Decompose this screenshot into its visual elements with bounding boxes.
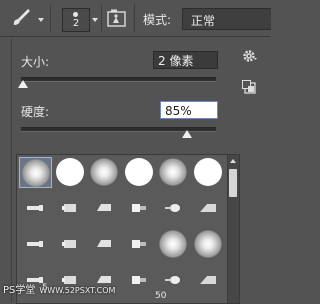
watermark-text: PS学堂 bbox=[3, 285, 36, 296]
mode-select[interactable]: 正常 bbox=[182, 8, 271, 30]
divider bbox=[50, 4, 51, 32]
brush-tip-icon bbox=[27, 241, 43, 247]
divider bbox=[101, 4, 102, 32]
new-preset-icon[interactable] bbox=[242, 80, 256, 94]
brush-tip-icon bbox=[131, 240, 146, 248]
brush-tip-icon bbox=[131, 204, 146, 212]
brush-size-readout: 2 bbox=[72, 18, 80, 29]
watermark: PS学堂 WWW.52PSXT.COM bbox=[3, 281, 115, 296]
gear-icon[interactable] bbox=[242, 49, 258, 65]
brush-tip-icon bbox=[97, 204, 111, 211]
brush-tip-icon bbox=[27, 205, 43, 211]
brush-preset-soft-round[interactable] bbox=[19, 157, 52, 188]
brush-panel-icon[interactable] bbox=[107, 9, 126, 27]
brush-tip-icon bbox=[199, 276, 216, 284]
brush-preset-tip[interactable] bbox=[88, 229, 121, 260]
size-slider-thumb[interactable] bbox=[18, 80, 28, 88]
brush-tip-icon bbox=[131, 276, 146, 284]
brush-preset-tip[interactable] bbox=[19, 229, 52, 260]
brush-tip-icon bbox=[97, 240, 111, 247]
hard-round-brush-icon bbox=[55, 158, 84, 186]
soft-round-brush-icon bbox=[159, 158, 187, 186]
preset-size-tag: 50 bbox=[155, 291, 167, 301]
soft-round-brush-icon bbox=[159, 230, 187, 258]
brush-preset-soft-round[interactable] bbox=[157, 157, 190, 188]
brush-tip-icon bbox=[61, 240, 76, 248]
brush-preset-soft-round[interactable] bbox=[157, 229, 190, 260]
size-slider-track[interactable] bbox=[21, 77, 216, 82]
hardness-field[interactable]: 85% bbox=[160, 101, 218, 119]
brush-preset-tip[interactable] bbox=[88, 193, 121, 224]
watermark-url: WWW.52PSXT.COM bbox=[39, 286, 116, 295]
hard-round-brush-icon bbox=[124, 158, 153, 186]
brush-preset-tip[interactable] bbox=[123, 229, 156, 260]
brush-tip-icon bbox=[165, 204, 180, 212]
brush-preset-hard-round[interactable] bbox=[192, 157, 225, 188]
brush-tip-icon bbox=[165, 276, 180, 284]
divider bbox=[134, 4, 135, 32]
brush-preset-tip[interactable] bbox=[19, 193, 52, 224]
scroll-up-icon[interactable] bbox=[230, 159, 236, 163]
brush-preset-soft-round[interactable] bbox=[192, 229, 225, 260]
brush-tool-icon[interactable] bbox=[10, 6, 32, 28]
scrollbar-handle[interactable] bbox=[229, 169, 237, 197]
mode-label: 模式: bbox=[143, 13, 172, 27]
brush-tip-icon bbox=[199, 204, 216, 212]
brush-preset-hard-round[interactable] bbox=[54, 157, 87, 188]
soft-round-brush-icon bbox=[90, 158, 118, 186]
brush-preset-picker[interactable]: 2 bbox=[62, 8, 90, 32]
options-bar: 2 模式: 正常 bbox=[0, 0, 271, 37]
brush-dot-icon bbox=[73, 12, 78, 17]
size-field[interactable]: 2 像素 bbox=[153, 51, 218, 69]
hardness-slider-thumb[interactable] bbox=[182, 130, 192, 138]
brush-preset-panel: 大小: 2 像素 硬度: 85% 5 50 bbox=[11, 39, 271, 304]
size-label: 大小: bbox=[21, 55, 50, 69]
hardness-label: 硬度: bbox=[21, 105, 50, 119]
preset-scrollbar[interactable] bbox=[227, 154, 240, 304]
soft-round-brush-icon bbox=[193, 230, 222, 258]
brush-preset-tip[interactable] bbox=[192, 265, 225, 296]
brush-preset-tip[interactable] bbox=[123, 193, 156, 224]
mode-value: 正常 bbox=[191, 14, 216, 28]
brush-tip-icon bbox=[61, 204, 76, 212]
soft-round-brush-icon bbox=[22, 159, 50, 187]
brush-preset-tip[interactable] bbox=[54, 229, 87, 260]
brush-preset-tip[interactable] bbox=[54, 193, 87, 224]
brush-preset-hard-round[interactable] bbox=[123, 157, 156, 188]
brush-tool-dropdown-icon[interactable] bbox=[38, 18, 44, 22]
brush-preset-tip[interactable] bbox=[192, 193, 225, 224]
brush-preset-dropdown-icon[interactable] bbox=[92, 18, 98, 22]
brush-preset-soft-round[interactable] bbox=[88, 157, 121, 188]
brush-preset-tip[interactable] bbox=[123, 265, 156, 296]
hard-round-brush-icon bbox=[193, 158, 222, 186]
brush-preset-tip[interactable] bbox=[157, 193, 190, 224]
